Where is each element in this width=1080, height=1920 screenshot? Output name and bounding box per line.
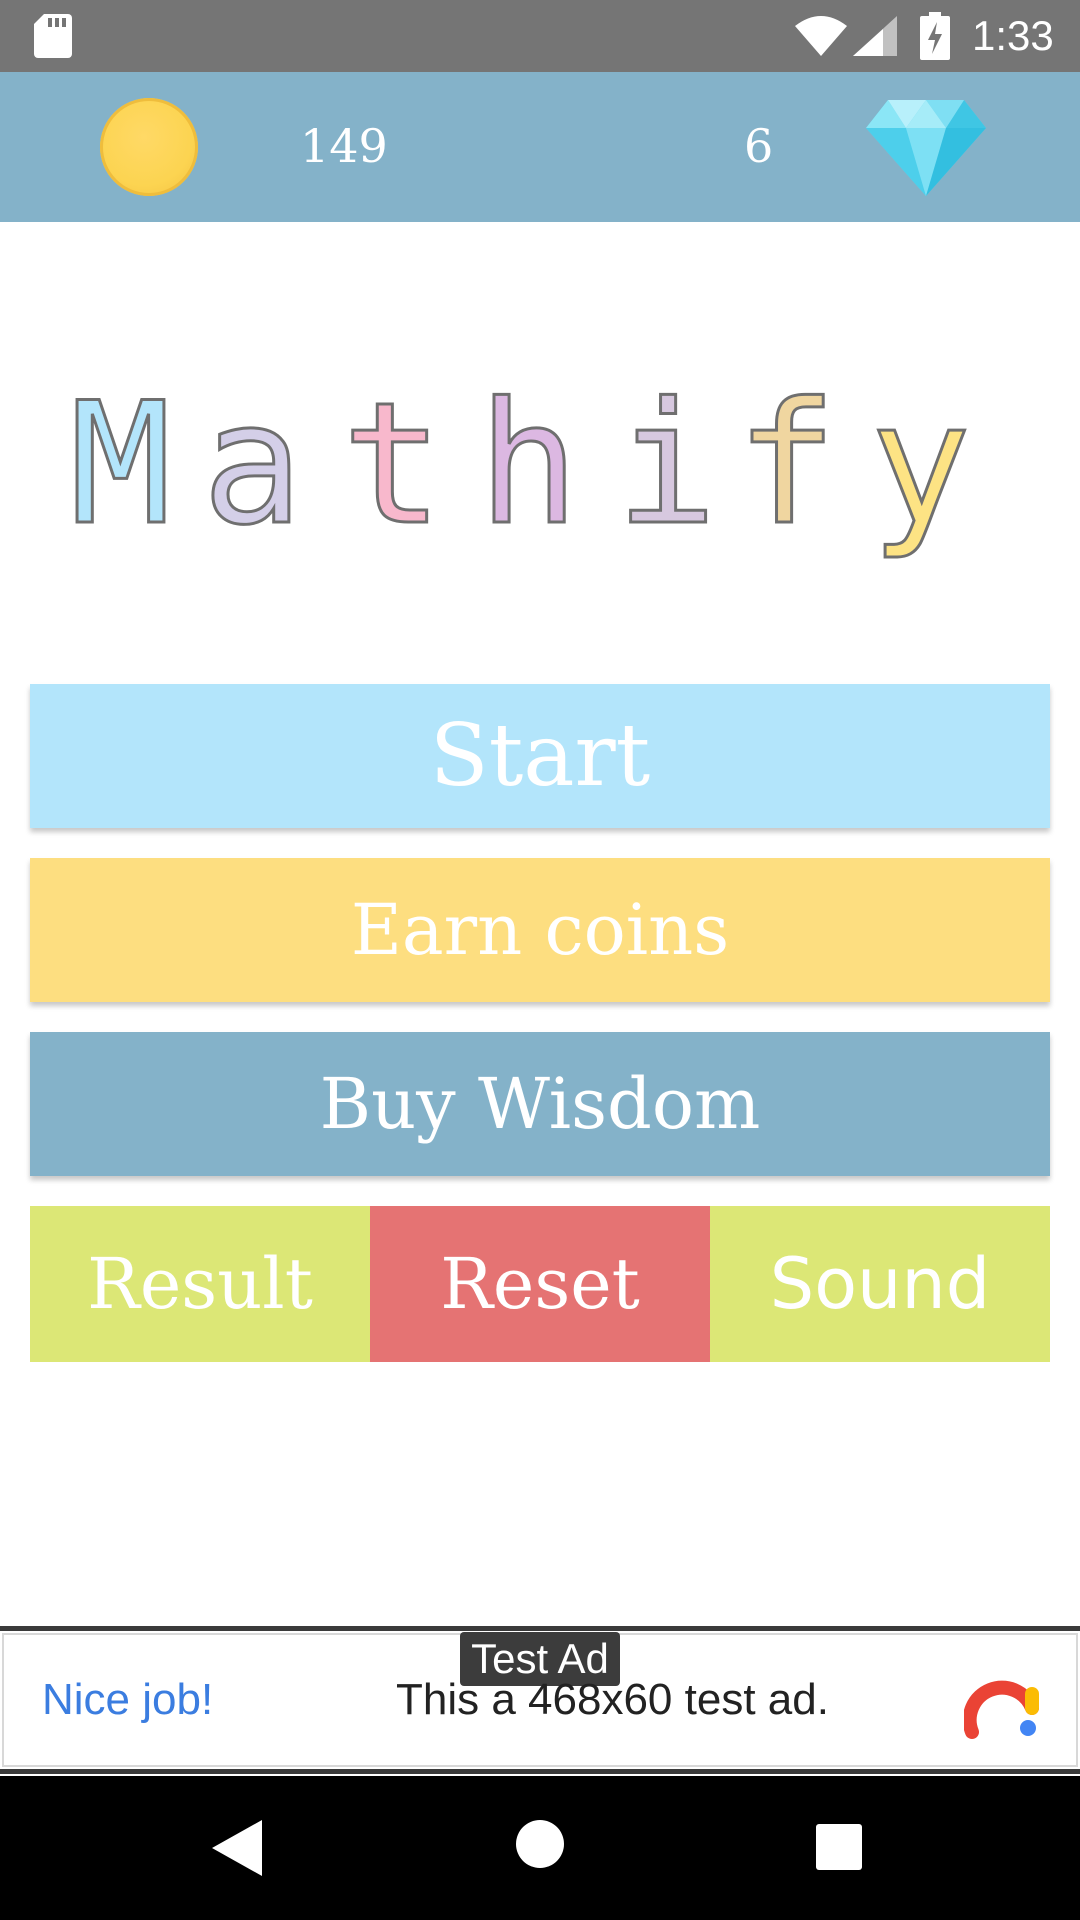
- ad-logo-icon[interactable]: [964, 1664, 1040, 1740]
- app-logo: M a t h i f y: [60, 366, 1020, 580]
- navigation-bar: [0, 1776, 1080, 1920]
- sd-card-icon: [34, 14, 72, 58]
- currency-bar: 149 6: [0, 72, 1080, 222]
- recents-icon[interactable]: [816, 1824, 862, 1870]
- back-icon[interactable]: [212, 1820, 262, 1876]
- coin-count: 149: [300, 119, 388, 173]
- logo-letter-y: y: [868, 366, 972, 562]
- ad-headline[interactable]: Nice job!: [42, 1672, 213, 1728]
- reset-button[interactable]: Reset: [370, 1206, 710, 1362]
- logo-letter-m: M: [68, 366, 172, 562]
- gem-count: 6: [744, 119, 774, 173]
- battery-charging-icon: [920, 12, 950, 60]
- home-icon[interactable]: [516, 1820, 564, 1868]
- logo-letter-i: i: [614, 366, 718, 562]
- wifi-icon: [795, 16, 847, 56]
- coin-icon: [100, 98, 198, 196]
- logo-letter-f: f: [734, 366, 838, 562]
- buy-wisdom-button[interactable]: Buy Wisdom: [30, 1032, 1050, 1176]
- status-bar: 1:33: [0, 0, 1080, 72]
- logo-letter-t: t: [340, 366, 444, 562]
- earn-coins-button[interactable]: Earn coins: [30, 858, 1050, 1002]
- start-button[interactable]: Start: [30, 684, 1050, 828]
- logo-letter-a: a: [200, 366, 304, 562]
- sound-button[interactable]: Sound: [710, 1206, 1050, 1362]
- status-clock: 1:33: [972, 12, 1054, 59]
- result-button[interactable]: Result: [30, 1206, 370, 1362]
- diamond-icon: [866, 100, 986, 196]
- logo-letter-h: h: [476, 366, 580, 562]
- ad-body[interactable]: This a 468x60 test ad.: [396, 1672, 829, 1728]
- secondary-button-row: Result Reset Sound: [30, 1206, 1050, 1362]
- signal-icon: [853, 16, 897, 56]
